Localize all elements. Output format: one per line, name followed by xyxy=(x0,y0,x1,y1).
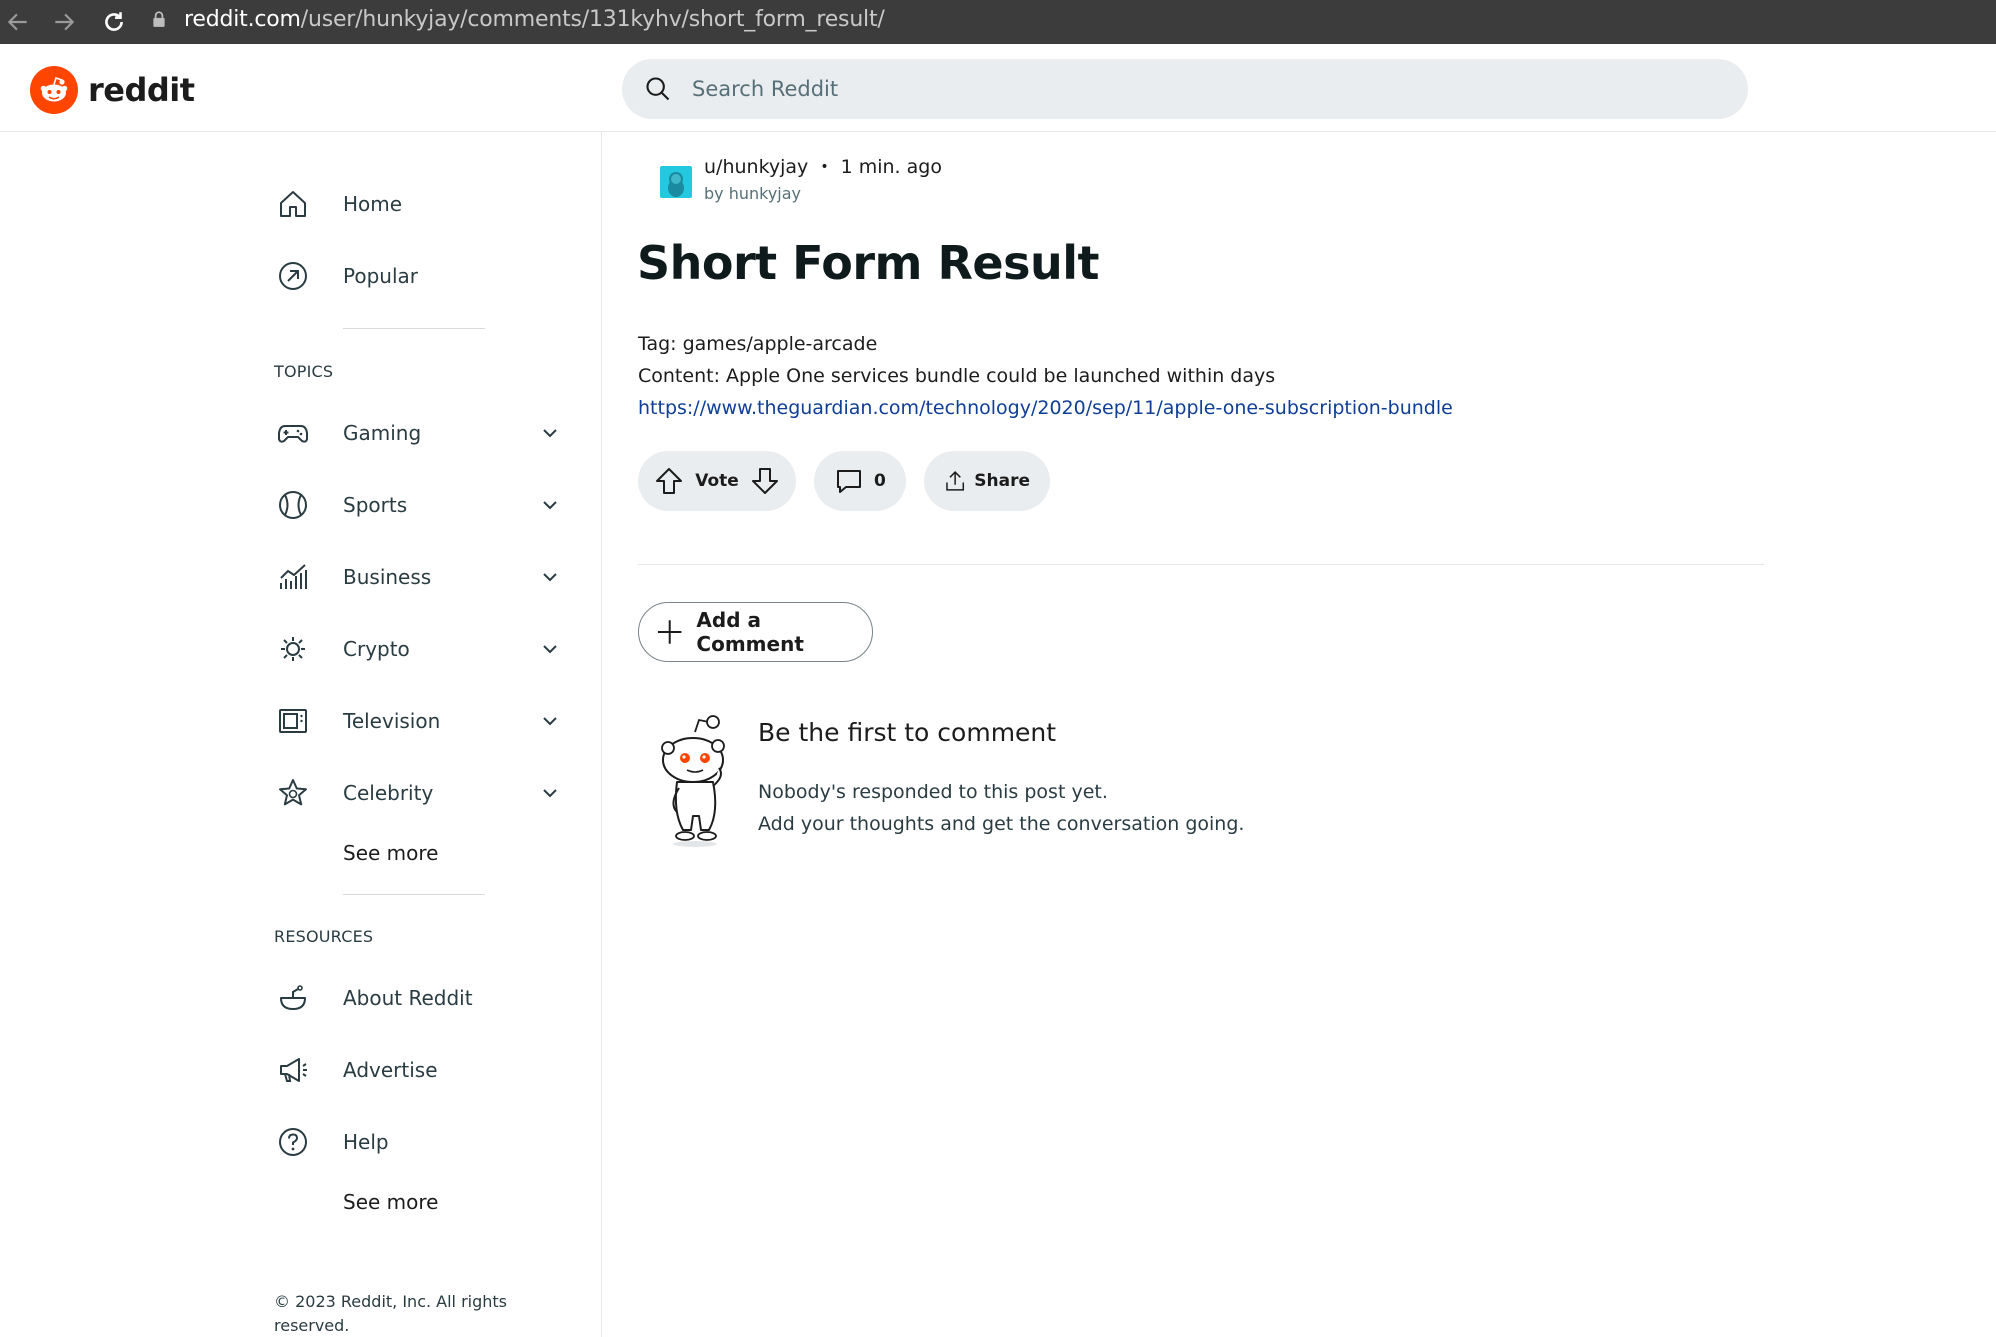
meta-separator: • xyxy=(820,159,829,175)
snoo-outline-icon xyxy=(276,981,310,1015)
add-comment-button[interactable]: Add a Comment xyxy=(638,602,873,662)
comment-bubble-icon xyxy=(837,470,861,493)
share-icon xyxy=(946,471,965,491)
comment-count: 0 xyxy=(874,471,886,491)
sidebar-item-business[interactable]: Business xyxy=(276,547,576,607)
gamepad-icon xyxy=(276,416,310,450)
address-bar[interactable]: reddit.com/user/hunkyjay/comments/131kyh… xyxy=(150,0,885,38)
chevron-down-icon[interactable] xyxy=(538,637,562,661)
post-actions: Vote 0 Share xyxy=(638,451,1050,511)
home-icon xyxy=(276,187,310,221)
ball-icon xyxy=(276,488,310,522)
sidebar-item-label: Advertise xyxy=(343,1058,438,1082)
sidebar-item-celebrity[interactable]: Celebrity xyxy=(276,763,576,823)
sidebar-item-about-reddit[interactable]: About Reddit xyxy=(276,968,576,1028)
reload-icon[interactable] xyxy=(96,4,132,40)
search-icon xyxy=(646,77,670,101)
downvote-arrow-icon[interactable] xyxy=(750,466,780,496)
sidebar-item-label: Celebrity xyxy=(343,781,434,805)
megaphone-icon xyxy=(276,1053,310,1087)
post-byline: by hunkyjay xyxy=(704,184,802,203)
sidebar-item-label: Sports xyxy=(343,493,408,517)
sidebar-divider xyxy=(343,328,485,329)
comments-button[interactable]: 0 xyxy=(814,451,906,511)
post-timestamp: 1 min. ago xyxy=(840,156,942,178)
plus-icon xyxy=(657,620,682,644)
url-path: /user/hunkyjay/comments/131kyhv/short_fo… xyxy=(300,6,885,32)
sidebar-item-label: Crypto xyxy=(343,637,410,661)
vote-control: Vote xyxy=(638,451,796,511)
site-header: reddit xyxy=(0,44,1996,132)
empty-comments-title: Be the first to comment xyxy=(758,718,1057,747)
post-content-line: Content: Apple One services bundle could… xyxy=(638,365,1276,387)
tv-icon xyxy=(276,704,310,738)
snoo-logo-icon xyxy=(30,66,78,114)
post-link[interactable]: https://www.theguardian.com/technology/2… xyxy=(638,397,1453,419)
chevron-down-icon[interactable] xyxy=(538,493,562,517)
sidebar-item-label: Gaming xyxy=(343,421,422,445)
star-icon xyxy=(276,776,310,810)
sidebar-item-television[interactable]: Television xyxy=(276,691,576,751)
sidebar-item-popular[interactable]: Popular xyxy=(276,246,576,306)
sidebar-item-label: Popular xyxy=(343,264,418,288)
sidebar-divider xyxy=(343,894,485,895)
sidebar-item-help[interactable]: Help xyxy=(276,1112,576,1172)
help-icon xyxy=(276,1125,310,1159)
post-title: Short Form Result xyxy=(637,236,1099,290)
sidebar-item-label: Television xyxy=(343,709,441,733)
content-divider xyxy=(638,564,1764,565)
topics-see-more-button[interactable]: See more xyxy=(343,841,438,865)
post-body: Tag: games/apple-arcade Content: Apple O… xyxy=(638,328,1453,424)
reddit-logo[interactable]: reddit xyxy=(30,66,195,114)
resources-heading: RESOURCES xyxy=(274,927,374,946)
topics-heading: TOPICS xyxy=(274,362,334,381)
left-sidebar: Home Popular TOPICS Gaming Sports Busine… xyxy=(0,132,602,1337)
avatar[interactable] xyxy=(660,166,692,198)
chevron-down-icon[interactable] xyxy=(538,709,562,733)
vote-label: Vote xyxy=(695,471,739,491)
sidebar-item-label: Help xyxy=(343,1130,389,1154)
share-button[interactable]: Share xyxy=(924,451,1050,511)
crypto-icon xyxy=(276,632,310,666)
sidebar-item-sports[interactable]: Sports xyxy=(276,475,576,535)
chevron-down-icon[interactable] xyxy=(538,781,562,805)
post-meta: u/hunkyjay • 1 min. ago by hunkyjay xyxy=(660,156,942,203)
share-label: Share xyxy=(974,471,1030,491)
resources-see-more-button[interactable]: See more xyxy=(343,1190,438,1214)
sidebar-item-crypto[interactable]: Crypto xyxy=(276,619,576,679)
logo-wordmark: reddit xyxy=(88,71,195,109)
sidebar-item-home[interactable]: Home xyxy=(276,174,576,234)
copyright-text: © 2023 Reddit, Inc. All rights reserved. xyxy=(274,1292,508,1335)
search-bar[interactable] xyxy=(622,59,1748,119)
empty-comments-description: Nobody's responded to this post yet. Add… xyxy=(758,776,1244,840)
post-author-link[interactable]: u/hunkyjay xyxy=(704,156,808,178)
lock-icon xyxy=(153,11,165,27)
empty-comments-line: Nobody's responded to this post yet. xyxy=(758,781,1108,803)
forward-arrow-icon[interactable] xyxy=(46,4,82,40)
chart-icon xyxy=(276,560,310,594)
sidebar-item-label: Business xyxy=(343,565,432,589)
empty-comments-line: Add your thoughts and get the conversati… xyxy=(758,813,1245,835)
chevron-down-icon[interactable] xyxy=(538,421,562,445)
sidebar-item-label: About Reddit xyxy=(343,986,473,1010)
upvote-arrow-icon[interactable] xyxy=(654,466,684,496)
search-input[interactable] xyxy=(692,77,1592,101)
snoo-mascot-icon xyxy=(661,715,725,847)
url-text: reddit.com/user/hunkyjay/comments/131kyh… xyxy=(184,7,885,32)
sidebar-item-gaming[interactable]: Gaming xyxy=(276,403,576,463)
sidebar-item-label: Home xyxy=(343,192,403,216)
popular-arrow-icon xyxy=(276,259,310,293)
sidebar-item-advertise[interactable]: Advertise xyxy=(276,1040,576,1100)
post-tag-line: Tag: games/apple-arcade xyxy=(638,333,878,355)
chevron-down-icon[interactable] xyxy=(538,565,562,589)
add-comment-label: Add a Comment xyxy=(696,608,804,656)
url-domain: reddit.com xyxy=(184,6,301,32)
back-arrow-icon[interactable] xyxy=(0,4,36,40)
